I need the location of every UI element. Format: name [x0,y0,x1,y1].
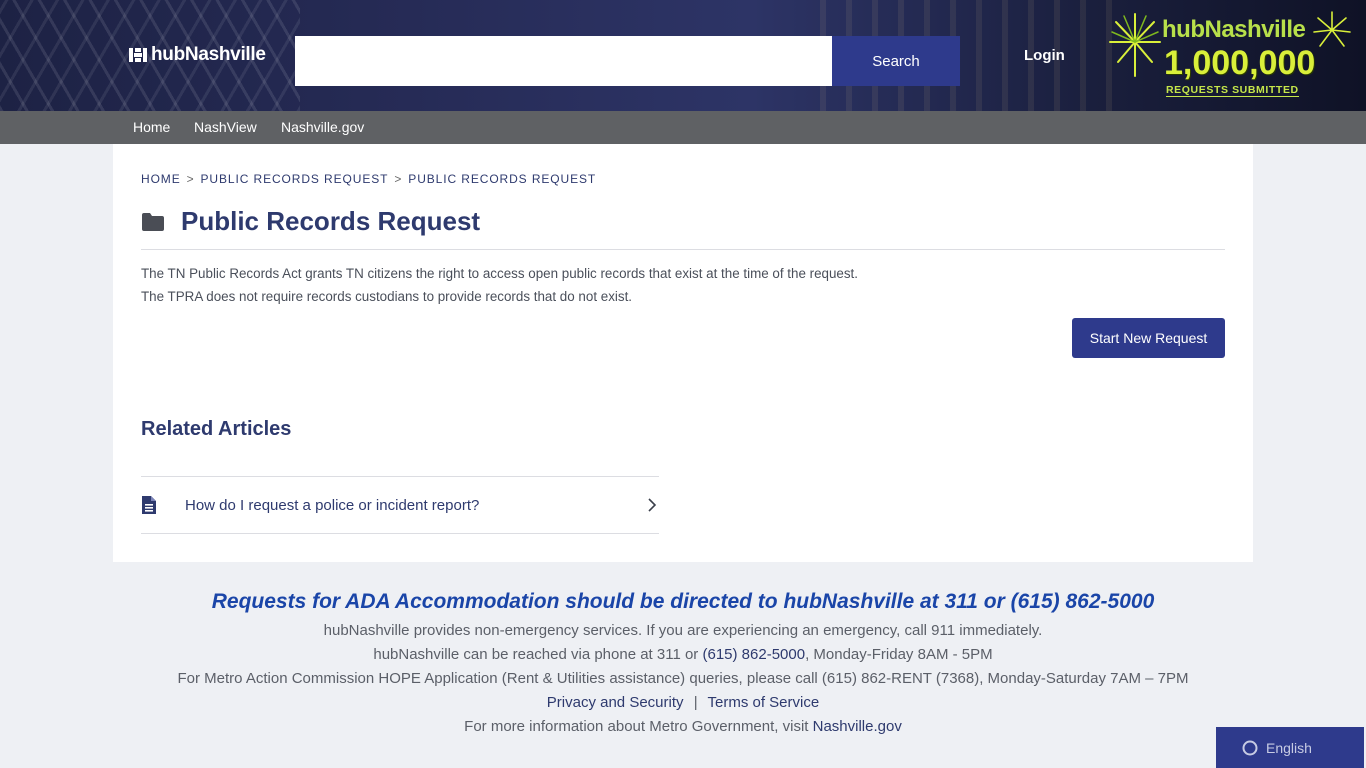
language-selector[interactable]: English [1216,727,1364,768]
hope-notice: For Metro Action Commission HOPE Applica… [177,670,1189,687]
emergency-notice: hubNashville provides non-emergency serv… [323,622,1043,639]
ada-headline: Requests for ADA Accommodation should be… [211,590,1155,613]
breadcrumb: HOME > PUBLIC RECORDS REQUEST > PUBLIC R… [141,172,596,186]
breadcrumb-current[interactable]: PUBLIC RECORDS REQUEST [408,172,596,186]
nashville-gov-link[interactable]: Nashville.gov [813,718,902,735]
search-button[interactable]: Search [832,36,960,86]
phone-notice-pre: hubNashville can be reached via phone at… [373,646,703,663]
phone-notice: hubNashville can be reached via phone at… [0,646,1366,663]
firework-small-icon [1313,11,1351,47]
firework-icon [1109,13,1161,77]
related-articles-heading: Related Articles [141,418,292,440]
legal-divider: | [693,694,698,711]
breadcrumb-home[interactable]: HOME [141,172,181,186]
language-label: English [1266,739,1312,756]
document-icon [142,496,156,514]
phone-link[interactable]: (615) 862-5000 [702,646,805,663]
nav-item-nashview[interactable]: NashView [194,119,257,135]
section-description: The TN Public Records Act grants TN citi… [141,266,858,304]
globe-icon [1242,740,1258,755]
top-nav: Home NashView Nashville.gov [0,111,1366,144]
page-title: Public Records Request [181,206,481,236]
million-requests-badge: hubNashville 1,000,000 REQUESTS SUBMITTE… [1106,8,1352,104]
logo-text: hubNashville [151,44,266,65]
login-link[interactable]: Login [1024,47,1065,64]
nav-item-home[interactable]: Home [133,119,170,135]
metro-info: For more information about Metro Governm… [0,718,1366,735]
folder-icon [142,212,164,231]
terms-link[interactable]: Terms of Service [708,694,820,711]
site-logo[interactable]: hubNashville [128,44,266,66]
phone-notice-post: , Monday-Friday 8AM - 5PM [805,646,993,663]
article-title: How do I request a police or incident re… [185,496,480,514]
badge-title: hubNashville [1162,16,1306,43]
title-divider [141,249,1225,250]
chevron-right-icon [648,498,657,512]
site-header: hubNashville Search Login hubNashville 1… [0,0,1366,111]
main-card: HOME > PUBLIC RECORDS REQUEST > PUBLIC R… [113,144,1253,562]
title-row: Public Records Request [141,206,480,237]
breadcrumb-separator: > [394,172,403,186]
breadcrumb-category[interactable]: PUBLIC RECORDS REQUEST [201,172,389,186]
breadcrumb-separator: > [186,172,195,186]
hub-logo-icon [128,46,148,64]
badge-number: 1,000,000 [1164,44,1316,82]
start-new-request-button[interactable]: Start New Request [1072,318,1225,358]
privacy-link[interactable]: Privacy and Security [547,694,684,711]
badge-subtitle: REQUESTS SUBMITTED [1166,84,1299,97]
nav-item-nashville-gov[interactable]: Nashville.gov [281,119,364,135]
list-item[interactable]: How do I request a police or incident re… [141,476,659,534]
legal-links: Privacy and Security | Terms of Service [0,694,1366,711]
metro-info-pre: For more information about Metro Governm… [464,718,813,735]
search-input[interactable] [295,36,832,86]
